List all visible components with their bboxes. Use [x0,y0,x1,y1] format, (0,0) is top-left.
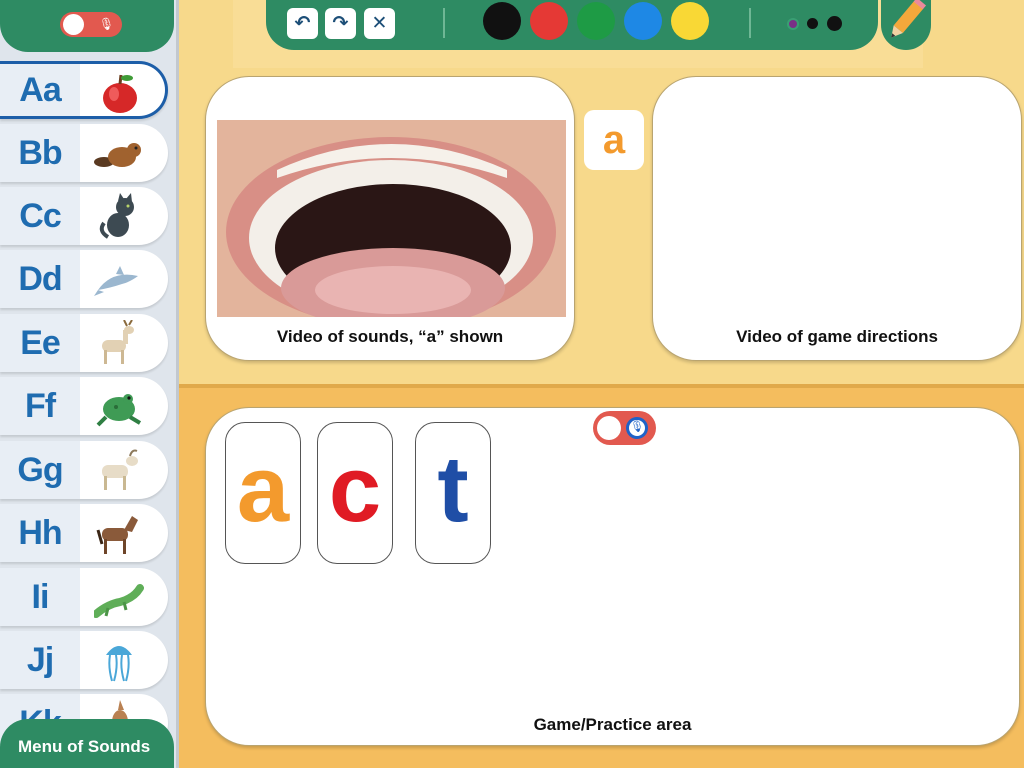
sidebar-mic-header: 🎙︎ [0,0,174,52]
elk-icon [102,320,134,364]
mouth-video-frame [217,120,566,317]
game-practice-caption: Game/Practice area [533,715,692,734]
color-swatch-yellow[interactable] [671,2,709,40]
undo-icon: ↶ [294,13,311,34]
menu-of-sounds-button[interactable]: Menu of Sounds [0,719,174,768]
directions-video-panel[interactable]: Video of game directions [652,76,1022,361]
letter-item-c[interactable]: Cc [0,187,168,245]
letter-item-f[interactable]: Ff [0,377,168,435]
letter-label: Dd [18,259,62,298]
toggle-knob [63,14,84,35]
letter-item-a[interactable]: Aa [0,61,168,119]
letter-label: Hh [18,513,62,552]
stroke-size-medium[interactable] [807,18,818,29]
tile-letter: c [328,436,382,541]
close-icon: ✕ [371,13,388,34]
cat-icon [99,193,134,239]
clear-button[interactable]: ✕ [364,8,395,39]
letter-item-g[interactable]: Gg [0,441,168,499]
redo-icon: ↷ [332,13,349,34]
letter-tile-t[interactable]: t [415,422,491,564]
microphone-icon: 🎙︎ [626,417,648,439]
color-swatch-red[interactable] [530,2,568,40]
drawing-toolbar: ↶ ↷ ✕ [266,0,878,50]
toolbar-divider [443,8,445,38]
letter-item-d[interactable]: Dd [0,250,168,308]
pencil-icon [891,0,927,38]
apple-icon [103,74,137,113]
letter-tile-c[interactable]: c [317,422,393,564]
tile-letter: t [437,436,469,541]
game-practice-panel: 🎙︎ a c t Game/Practice area [205,407,1020,746]
tile-letter: a [236,436,290,541]
sound-video-caption: Video of sounds, “a” shown [276,327,504,346]
dolphin-icon [94,266,138,296]
color-swatch-black[interactable] [483,2,521,40]
letter-item-b[interactable]: Bb [0,124,168,182]
undo-button[interactable]: ↶ [287,8,318,39]
beaver-icon [94,143,141,167]
letter-item-h[interactable]: Hh [0,504,168,562]
redo-button[interactable]: ↷ [325,8,356,39]
directions-video-caption: Video of game directions [736,327,938,346]
letter-label: Gg [17,450,63,489]
color-swatch-green[interactable] [577,2,615,40]
letter-tile-a[interactable]: a [225,422,301,564]
letter-label: Ii [31,577,50,616]
letter-label: Ee [20,323,61,362]
iguana-icon [94,584,144,618]
sound-video-panel: Video of sounds, “a” shown [205,76,575,361]
letter-label: Ff [24,386,56,425]
current-letter-card: a [584,110,644,170]
letter-label: Cc [19,196,61,235]
letter-item-i[interactable]: Ii [0,568,168,626]
microphone-toggle[interactable]: 🎙︎ [60,12,122,37]
jellyfish-icon [106,646,132,682]
letter-label: Bb [18,133,62,172]
stroke-size-small[interactable] [789,20,797,28]
letter-item-j[interactable]: Jj [0,631,168,689]
letter-sidebar: 🎙︎ Aa Bb Cc Dd Ee Ff Gg Hh Ii Jj Menu of… [0,0,176,768]
letter-label: Aa [19,70,61,109]
frog-icon [96,394,142,427]
pencil-button[interactable] [881,0,931,50]
color-swatch-blue[interactable] [624,2,662,40]
microphone-muted-icon: 🎙︎ [98,17,115,31]
horse-icon [96,516,138,554]
letter-label: Jj [26,640,54,679]
goat-icon [102,449,138,490]
stroke-size-large[interactable] [827,16,842,31]
game-microphone-toggle[interactable]: 🎙︎ [593,411,656,445]
letter-item-e[interactable]: Ee [0,314,168,372]
toolbar-divider [749,8,751,38]
mouth-video[interactable] [217,120,566,317]
toggle-knob [597,416,621,440]
